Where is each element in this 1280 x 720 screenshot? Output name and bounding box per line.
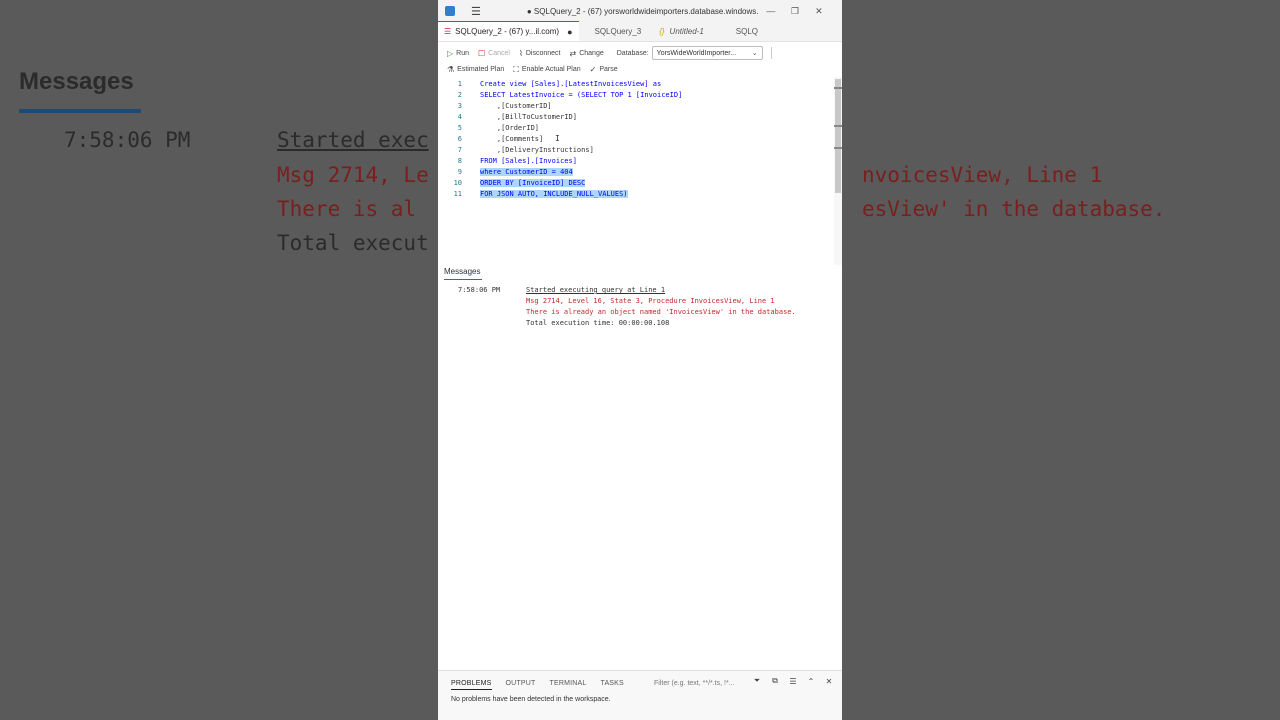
sql-file-icon: ☰ bbox=[444, 27, 452, 36]
database-select[interactable]: YorsWideWorldImporter... ⌄ bbox=[651, 46, 763, 60]
estimated-plan-button[interactable]: ⚗ Estimated Plan bbox=[447, 65, 504, 74]
stop-icon: ☐ bbox=[478, 48, 486, 58]
scrollbar-thumb[interactable] bbox=[835, 79, 841, 193]
tab-problems[interactable]: PROBLEMS bbox=[451, 677, 492, 690]
sql-editor[interactable]: 1 Create view [Sales].[LatestInvoicesVie… bbox=[438, 77, 842, 265]
code-line: 5 ,[OrderID] bbox=[457, 123, 540, 132]
background-total: Total execut bbox=[277, 231, 429, 255]
json-file-icon: {} bbox=[659, 26, 665, 36]
tab-terminal[interactable]: TERMINAL bbox=[549, 677, 586, 690]
azure-data-studio-window: ☰ ● SQLQuery_2 - (67) yorsworldwideimpor… bbox=[438, 0, 842, 720]
change-icon: ⇄ bbox=[569, 48, 577, 58]
cancel-button[interactable]: ☐ Cancel bbox=[478, 49, 510, 58]
chevron-down-icon: ⌄ bbox=[751, 50, 758, 57]
tab-sqlq[interactable]: SQLQ bbox=[730, 21, 764, 41]
code-line: 2 SELECT LatestInvoice = (SELECT TOP 1 [… bbox=[457, 90, 683, 99]
maximize-panel-icon[interactable]: ⌃ bbox=[802, 677, 820, 686]
tab-untitled-1[interactable]: {} Untitled-1 bbox=[653, 21, 710, 41]
database-label: Database: bbox=[616, 49, 649, 57]
panel-tabs: PROBLEMS OUTPUT TERMINAL TASKS bbox=[451, 677, 638, 690]
background-started: Started exec bbox=[277, 128, 429, 152]
enable-actual-plan-button[interactable]: ⛶ Enable Actual Plan bbox=[513, 65, 580, 75]
restore-button[interactable]: ❐ bbox=[783, 6, 807, 17]
window-title: ● SQLQuery_2 - (67) yorsworldwideimporte… bbox=[526, 6, 759, 16]
filter-icon[interactable]: ⏷ bbox=[748, 676, 766, 686]
background-error-right-1: nvoicesView, Line 1 bbox=[862, 163, 1103, 187]
message-time: 7:58:06 PM bbox=[458, 286, 501, 294]
collapse-all-icon[interactable]: ⧉ bbox=[766, 676, 784, 686]
editor-tabs: ☰ SQLQuery_2 - (67) y...il.com) ● SQLQue… bbox=[438, 21, 842, 42]
minimize-button[interactable]: — bbox=[759, 6, 783, 16]
hamburger-menu-icon[interactable]: ☰ bbox=[471, 5, 481, 18]
scrollbar-marker bbox=[834, 147, 842, 149]
query-toolbar-secondary: ⚗ Estimated Plan ⛶ Enable Actual Plan ✓ … bbox=[438, 62, 842, 77]
disconnect-button[interactable]: ⌇ Disconnect bbox=[519, 49, 561, 58]
view-as-list-icon[interactable]: ☰ bbox=[784, 677, 802, 686]
active-tab-underline bbox=[444, 279, 482, 280]
background-time: 7:58:06 PM bbox=[64, 128, 191, 152]
error-message-line-2: There is already an object named 'Invoic… bbox=[526, 308, 796, 316]
tab-sqlquery-3[interactable]: SQLQuery_3 bbox=[589, 21, 648, 41]
no-problems-message: No problems have been detected in the wo… bbox=[451, 696, 611, 703]
tab-label: SQLQuery_3 bbox=[594, 26, 642, 36]
selected-code: ORDER BY [InvoiceID] DESC bbox=[480, 178, 586, 187]
close-panel-icon[interactable]: ✕ bbox=[820, 677, 838, 686]
total-execution-time: Total execution time: 00:00:00.108 bbox=[526, 319, 670, 327]
problems-filter-input[interactable]: Filter (e.g. text, **/*.ts, !*... bbox=[654, 677, 735, 690]
code-line: 3 ,[CustomerID] bbox=[457, 101, 552, 110]
editor-scrollbar[interactable] bbox=[834, 77, 842, 265]
selected-code: where CustomerID = 404 bbox=[480, 167, 573, 176]
parse-button[interactable]: ✓ Parse bbox=[590, 65, 618, 74]
title-bar: ☰ ● SQLQuery_2 - (67) yorsworldwideimpor… bbox=[438, 0, 842, 22]
tab-sqlquery-2[interactable]: ☰ SQLQuery_2 - (67) y...il.com) ● bbox=[438, 21, 579, 41]
tab-output[interactable]: OUTPUT bbox=[506, 677, 536, 690]
panel-actions: ⏷ ⧉ ☰ ⌃ ✕ bbox=[748, 676, 838, 686]
scrollbar-marker bbox=[834, 125, 842, 127]
background-title-underline bbox=[19, 109, 141, 113]
started-executing-link[interactable]: Started executing query at Line 1 bbox=[526, 286, 665, 294]
code-line: 6 ,[Comments] bbox=[457, 134, 544, 143]
toolbar-divider bbox=[770, 47, 772, 59]
code-line: 9 where CustomerID = 404 bbox=[457, 167, 573, 176]
code-line: 1 Create view [Sales].[LatestInvoicesVie… bbox=[457, 79, 662, 88]
messages-tab[interactable]: Messages bbox=[444, 267, 482, 280]
change-connection-button[interactable]: ⇄ Change bbox=[570, 49, 604, 58]
background-error-line-2: There is al bbox=[277, 197, 417, 221]
play-icon: ▷ bbox=[447, 48, 454, 58]
tab-tasks[interactable]: TASKS bbox=[600, 677, 623, 690]
background-error-line-1: Msg 2714, Le bbox=[277, 163, 429, 187]
scrollbar-marker bbox=[834, 87, 842, 89]
background-messages-title: Messages bbox=[19, 68, 134, 95]
error-message-line-1: Msg 2714, Level 16, State 3, Procedure I… bbox=[526, 297, 775, 305]
selected-code: FOR JSON AUTO, INCLUDE_NULL_VALUES) bbox=[480, 189, 628, 198]
code-line: 8 FROM [Sales].[Invoices] bbox=[457, 156, 577, 165]
actual-plan-icon: ⛶ bbox=[513, 64, 519, 74]
text-cursor-icon: I bbox=[555, 134, 560, 143]
query-toolbar: ▷ Run ☐ Cancel ⌇ Disconnect ⇄ Change Dat… bbox=[438, 44, 842, 62]
bottom-panel: PROBLEMS OUTPUT TERMINAL TASKS Filter (e… bbox=[438, 670, 842, 720]
app-logo-icon bbox=[445, 6, 455, 16]
tab-label: SQLQ bbox=[735, 26, 759, 36]
background-error-right-2: esView' in the database. bbox=[862, 197, 1166, 221]
code-line: 11 FOR JSON AUTO, INCLUDE_NULL_VALUES) bbox=[453, 189, 628, 198]
tab-label: Untitled-1 bbox=[669, 26, 704, 36]
unsaved-dot-icon[interactable]: ● bbox=[567, 27, 572, 37]
disconnect-icon: ⌇ bbox=[518, 48, 523, 58]
run-button[interactable]: ▷ Run bbox=[447, 49, 469, 58]
code-line: 10 ORDER BY [InvoiceID] DESC bbox=[453, 178, 586, 187]
plan-icon: ⚗ bbox=[447, 65, 455, 74]
close-button[interactable]: ✕ bbox=[807, 6, 831, 17]
code-line: 7 ,[DeliveryInstructions] bbox=[457, 145, 594, 154]
checkmark-icon: ✓ bbox=[589, 65, 597, 74]
code-line: 4 ,[BillToCustomerID] bbox=[457, 112, 577, 121]
tab-label: SQLQuery_2 - (67) y...il.com) bbox=[455, 27, 560, 36]
